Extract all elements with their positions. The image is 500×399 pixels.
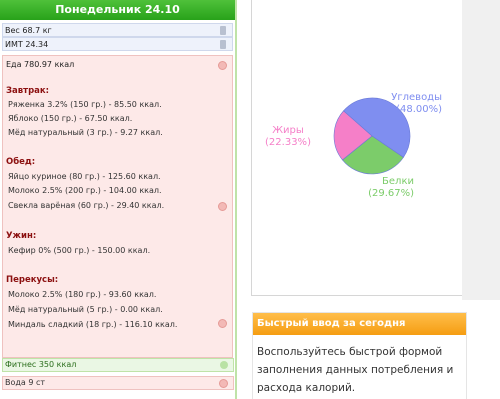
meal-title-dinner: Ужин: [6,231,37,241]
quick-entry-title[interactable]: Быстрый ввод за сегодня [253,313,466,335]
list-item: Молоко 2.5% (180 гр.) - 93.60 ккал. [8,290,157,299]
weight-label: Вес 68.7 кг [5,26,52,35]
fitness-row[interactable]: Фитнес 350 ккал [2,358,234,372]
edit-icon[interactable] [220,40,226,49]
water-row[interactable]: Вода 9 ст [2,376,234,390]
fitness-label: Фитнес 350 ккал [5,360,77,369]
food-box: Еда 780.97 ккал Завтрак: Ряженка 3.2% (1… [2,55,233,358]
metrics-box: Вес 68.7 кг ИМТ 24.34 [0,23,235,51]
list-item: Яйцо куриное (80 гр.) - 125.60 ккал. [8,172,161,181]
apple-icon[interactable] [218,319,227,328]
list-item: Кефир 0% (500 гр.) - 150.00 ккал. [8,246,151,255]
meal-title-breakfast: Завтрак: [6,86,50,96]
slice-name-label: Белки [382,176,414,187]
quick-entry-text: Воспользуйтесь быстрой формой заполнения… [257,346,454,394]
list-item: Мёд натуральный (5 гр.) - 0.00 ккал. [8,305,163,314]
list-item: Ряженка 3.2% (150 гр.) - 85.50 ккал. [8,100,162,109]
list-item: Молоко 2.5% (200 гр.) - 104.00 ккал. [8,186,162,195]
bmi-label: ИМТ 24.34 [5,40,49,49]
day-title: Понедельник 24.10 [0,0,235,20]
list-item: Свекла варёная (60 гр.) - 29.40 ккал. [8,201,165,210]
apple-icon[interactable] [218,61,227,70]
water-icon[interactable] [219,379,228,388]
apple-icon[interactable] [218,202,227,211]
quick-entry-panel: Быстрый ввод за сегодня Воспользуйтесь б… [252,312,467,399]
list-item: Яблоко (150 гр.) - 67.50 ккал. [8,114,133,123]
list-item: Мёд натуральный (3 гр.) - 9.27 ккал. [8,128,163,137]
list-item: Миндаль сладкий (18 гр.) - 116.10 ккал. [8,320,178,329]
fitness-icon[interactable] [220,361,228,369]
edit-icon[interactable] [220,26,226,35]
slice-name-label: Углеводы [391,92,442,103]
meal-title-lunch: Обед: [6,157,36,167]
slice-percent-label: (22.33%) [265,137,311,148]
water-label: Вода 9 ст [5,378,46,387]
meal-title-snacks: Перекусы: [6,275,59,285]
weight-row[interactable]: Вес 68.7 кг [2,23,233,37]
right-strip [462,0,500,300]
slice-name-label: Жиры [272,125,304,136]
slice-percent-label: (48.00%) [396,104,442,115]
bmi-row[interactable]: ИМТ 24.34 [2,37,233,51]
diary-column: Понедельник 24.10 Вес 68.7 кг ИМТ 24.34 … [0,0,237,399]
slice-percent-label: (29.67%) [368,188,414,199]
food-total: Еда 780.97 ккал [6,60,75,69]
